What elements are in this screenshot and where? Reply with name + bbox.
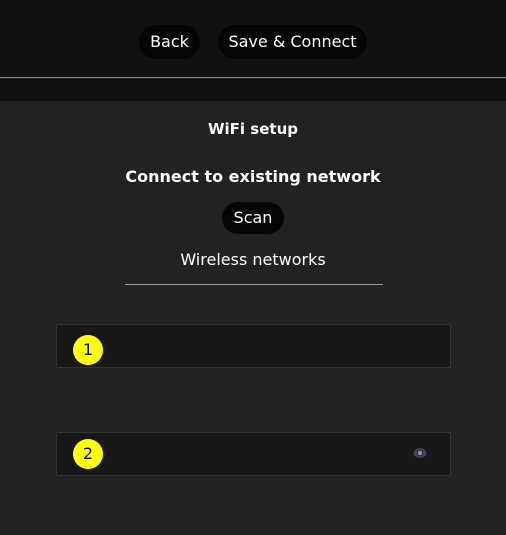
divider xyxy=(125,284,383,285)
password-field[interactable]: 2 xyxy=(56,432,451,476)
sub-bar xyxy=(0,79,506,101)
page-title: WiFi setup xyxy=(208,120,298,138)
back-button[interactable]: Back xyxy=(139,25,200,59)
annotation-badge-2: 2 xyxy=(73,439,103,469)
scan-button[interactable]: Scan xyxy=(222,202,284,234)
annotation-badge-1: 1 xyxy=(73,335,103,365)
top-bar: Back Save & Connect xyxy=(0,0,506,78)
section-title: Connect to existing network xyxy=(125,167,381,186)
wireless-networks-label: Wireless networks xyxy=(180,250,326,269)
eye-icon[interactable] xyxy=(412,446,428,460)
save-connect-button[interactable]: Save & Connect xyxy=(218,25,367,59)
ssid-field[interactable]: 1 xyxy=(56,324,451,368)
